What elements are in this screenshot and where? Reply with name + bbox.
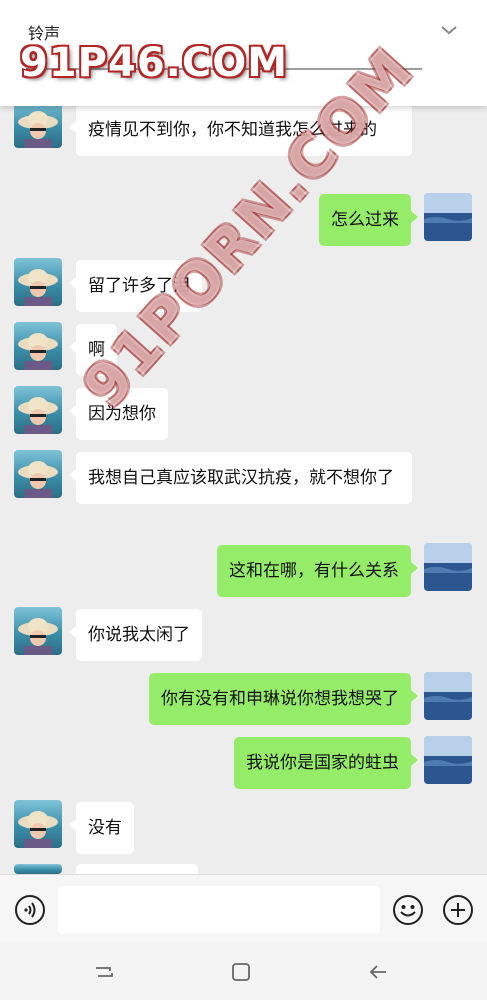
message-bubble-incoming[interactable]: 没有 [69, 802, 134, 854]
plus-icon[interactable] [442, 894, 474, 926]
contact-avatar[interactable] [14, 386, 62, 434]
contact-avatar[interactable] [14, 100, 62, 148]
my-avatar[interactable] [424, 543, 472, 591]
my-avatar-image [424, 193, 472, 241]
contact-avatar-image [18, 111, 58, 148]
message-text: 没有 [88, 818, 122, 838]
recent-apps-icon[interactable] [92, 960, 116, 984]
chevron-down-icon[interactable] [437, 18, 461, 42]
message-input[interactable] [58, 886, 380, 934]
message-bubble-outgoing[interactable]: 你有没有和申琳说你想我想哭了 [149, 673, 418, 725]
voice-icon[interactable] [14, 894, 46, 926]
back-icon[interactable] [366, 960, 390, 984]
contact-avatar[interactable] [14, 864, 62, 874]
ringtone-label[interactable]: 铃声 [28, 20, 60, 44]
my-avatar-image [424, 736, 472, 784]
message-bubble-outgoing[interactable]: 这和在哪，有什么关系 [217, 545, 418, 597]
message-text: 怎么过来 [331, 210, 399, 230]
message-text: 疫情见不到你，你不知道我怎么过来的 [88, 120, 377, 140]
home-icon[interactable] [229, 960, 253, 984]
message-text: 我想自己真应该取武汉抗疫，就不想你了 [88, 468, 394, 488]
message-bubble-incoming[interactable]: 啊 [69, 324, 117, 376]
message-bubble-incoming[interactable]: 疫情见不到你，你不知道我怎么过来的 [69, 104, 412, 156]
message-bubble-incoming[interactable]: 我想自己真应该取武汉抗疫，就不想你了 [69, 452, 412, 504]
my-avatar[interactable] [424, 736, 472, 784]
message-text: 啊 [88, 340, 105, 360]
contact-avatar-image [18, 461, 58, 498]
emoji-icon[interactable] [392, 894, 424, 926]
message-bubble-outgoing[interactable]: 怎么过来 [319, 194, 418, 246]
contact-avatar-image [18, 618, 58, 655]
message-text: 你说我太闲了 [88, 625, 190, 645]
message-text: 留了许多了泪 [88, 276, 190, 296]
contact-avatar[interactable] [14, 607, 62, 655]
my-avatar-image [424, 672, 472, 720]
message-bubble-incoming[interactable]: 你说我太闲了 [69, 609, 202, 661]
contact-avatar[interactable] [14, 800, 62, 848]
message-bubble-incoming[interactable]: 因为想你 [69, 388, 168, 440]
message-text: 你有没有和申琳说你想我想哭了 [161, 689, 399, 709]
contact-avatar[interactable] [14, 450, 62, 498]
contact-avatar[interactable] [14, 322, 62, 370]
contact-avatar-image [18, 811, 58, 848]
ringtone-panel: 铃声 [0, 0, 487, 106]
message-bubble-incoming[interactable]: 留了许多了泪 [69, 260, 202, 312]
my-avatar[interactable] [424, 193, 472, 241]
message-text: 我说你是国家的蛀虫 [246, 753, 399, 773]
message-bubble-outgoing[interactable]: 我说你是国家的蛀虫 [234, 737, 418, 789]
contact-avatar-image [18, 397, 58, 434]
input-bar [0, 874, 487, 942]
message-bubble-incoming-partial[interactable] [76, 864, 198, 874]
message-text: 因为想你 [88, 404, 156, 424]
contact-avatar-image [18, 333, 58, 370]
my-avatar[interactable] [424, 672, 472, 720]
my-avatar-image [424, 543, 472, 591]
message-text: 这和在哪，有什么关系 [229, 561, 399, 581]
system-nav-bar [0, 942, 487, 1000]
slider-track[interactable] [26, 68, 422, 70]
contact-avatar-image [18, 269, 58, 306]
contact-avatar[interactable] [14, 258, 62, 306]
